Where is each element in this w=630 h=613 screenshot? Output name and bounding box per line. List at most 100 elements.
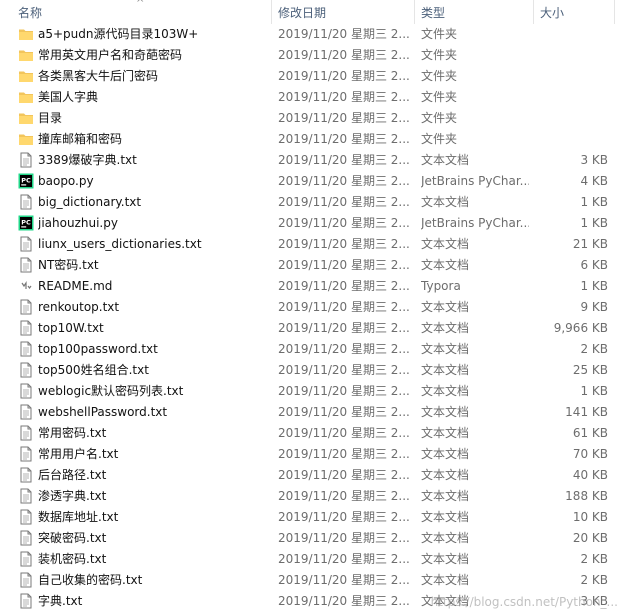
file-row[interactable]: big_dictionary.txt 2019/11/20 星期三 2... 文本文… (0, 192, 630, 213)
text-file-icon (18, 341, 34, 357)
file-row[interactable]: 各类黑客大牛后门密码 2019/11/20 星期三 2... 文件夹 (0, 66, 630, 87)
file-size (540, 24, 608, 45)
file-row[interactable]: 常用密码.txt 2019/11/20 星期三 2... 文本文档 61 KB (0, 423, 630, 444)
text-file-icon (18, 593, 34, 609)
file-row[interactable]: PC jiahouzhui.py 2019/11/20 星期三 2... JetBra… (0, 213, 630, 234)
column-header-size[interactable]: 大小 (540, 0, 564, 24)
file-name: 美国人字典 (38, 90, 99, 104)
file-date: 2019/11/20 星期三 2... (278, 111, 410, 125)
file-name: README.md (38, 279, 113, 293)
column-header-date[interactable]: 修改日期 (278, 0, 326, 24)
file-type: 文件夹 (421, 90, 458, 104)
text-file-icon (18, 551, 34, 567)
file-date: 2019/11/20 星期三 2... (278, 468, 410, 482)
column-header-type[interactable]: 类型 (421, 0, 445, 24)
file-type: 文件夹 (421, 132, 458, 146)
file-type: 文本文档 (421, 447, 470, 461)
file-row[interactable]: liunx_users_dictionaries.txt 2019/11/20 星… (0, 234, 630, 255)
column-divider[interactable] (414, 0, 415, 24)
file-name: 后台路径.txt (38, 468, 107, 482)
file-name: 常用英文用户名和奇葩密码 (38, 48, 183, 62)
sort-up-icon: ^ (136, 0, 145, 9)
file-row[interactable]: 突破密码.txt 2019/11/20 星期三 2... 文本文档 20 KB (0, 528, 630, 549)
file-size: 10 KB (572, 510, 608, 524)
file-name: a5+pudn源代码目录103W+ (38, 27, 199, 41)
file-name: top100password.txt (38, 342, 158, 356)
file-name: 常用用户名.txt (38, 447, 119, 461)
column-header: ^ 名称 修改日期 类型 大小 (0, 0, 630, 24)
column-divider[interactable] (533, 0, 534, 24)
file-row[interactable]: 撞库邮箱和密码 2019/11/20 星期三 2... 文件夹 (0, 129, 630, 150)
file-type: 文本文档 (421, 573, 470, 587)
file-name: baopo.py (38, 174, 94, 188)
file-type: 文本文档 (421, 489, 470, 503)
file-type: 文本文档 (421, 468, 470, 482)
file-size: 1 KB (580, 384, 608, 398)
file-type: JetBrains PyChar... (421, 216, 529, 230)
file-row[interactable]: 常用英文用户名和奇葩密码 2019/11/20 星期三 2... 文件夹 (0, 45, 630, 66)
file-size: 21 KB (572, 237, 608, 251)
file-row[interactable]: top10W.txt 2019/11/20 星期三 2... 文本文档 9,966 K… (0, 318, 630, 339)
file-row[interactable]: top100password.txt 2019/11/20 星期三 2... 文本文… (0, 339, 630, 360)
file-date: 2019/11/20 星期三 2... (278, 489, 410, 503)
column-divider[interactable] (614, 0, 615, 24)
text-file-icon (18, 152, 34, 168)
file-type: 文本文档 (421, 195, 470, 209)
file-date: 2019/11/20 星期三 2... (278, 426, 410, 440)
file-name: 常用密码.txt (38, 426, 107, 440)
file-row[interactable]: 常用用户名.txt 2019/11/20 星期三 2... 文本文档 70 KB (0, 444, 630, 465)
column-header-name[interactable]: 名称 (18, 0, 42, 24)
file-type: 文本文档 (421, 405, 470, 419)
file-type: 文本文档 (421, 531, 470, 545)
file-date: 2019/11/20 星期三 2... (278, 153, 410, 167)
file-size: 2 KB (580, 552, 608, 566)
file-row[interactable]: webshellPassword.txt 2019/11/20 星期三 2... 文… (0, 402, 630, 423)
file-size: 6 KB (580, 258, 608, 272)
markdown-file-icon (18, 278, 34, 294)
file-row[interactable]: 后台路径.txt 2019/11/20 星期三 2... 文本文档 40 KB (0, 465, 630, 486)
text-file-icon (18, 488, 34, 504)
column-divider[interactable] (271, 0, 272, 24)
file-row[interactable]: top500姓名组合.txt 2019/11/20 星期三 2... 文本文档 25 … (0, 360, 630, 381)
file-type: 文件夹 (421, 27, 458, 41)
svg-text:PC: PC (21, 219, 31, 227)
file-date: 2019/11/20 星期三 2... (278, 405, 410, 419)
file-row[interactable]: 装机密码.txt 2019/11/20 星期三 2... 文本文档 2 KB (0, 549, 630, 570)
file-row[interactable]: 3389爆破字典.txt 2019/11/20 星期三 2... 文本文档 3 KB (0, 150, 630, 171)
folder-icon (18, 68, 34, 84)
file-name: 目录 (38, 111, 63, 125)
file-row[interactable]: 数据库地址.txt 2019/11/20 星期三 2... 文本文档 10 KB (0, 507, 630, 528)
file-type: 文本文档 (421, 426, 470, 440)
file-size: 61 KB (572, 426, 608, 440)
file-type: 文件夹 (421, 48, 458, 62)
file-size: 1 KB (580, 195, 608, 209)
file-size (540, 66, 608, 87)
file-row[interactable]: 渗透字典.txt 2019/11/20 星期三 2... 文本文档 188 KB (0, 486, 630, 507)
file-row[interactable]: renkoutop.txt 2019/11/20 星期三 2... 文本文档 9 KB (0, 297, 630, 318)
file-row[interactable]: PC baopo.py 2019/11/20 星期三 2... JetBrains P… (0, 171, 630, 192)
file-date: 2019/11/20 星期三 2... (278, 69, 410, 83)
file-name: 渗透字典.txt (38, 489, 107, 503)
file-size: 2 KB (580, 573, 608, 587)
file-name: top10W.txt (38, 321, 104, 335)
file-row[interactable]: README.md 2019/11/20 星期三 2... Typora 1 KB (0, 276, 630, 297)
file-row[interactable]: weblogic默认密码列表.txt 2019/11/20 星期三 2... 文本文… (0, 381, 630, 402)
file-name: 突破密码.txt (38, 531, 107, 545)
file-date: 2019/11/20 星期三 2... (278, 552, 410, 566)
file-type: 文本文档 (421, 300, 470, 314)
file-date: 2019/11/20 星期三 2... (278, 258, 410, 272)
file-date: 2019/11/20 星期三 2... (278, 279, 410, 293)
file-row[interactable]: NT密码.txt 2019/11/20 星期三 2... 文本文档 6 KB (0, 255, 630, 276)
folder-icon (18, 89, 34, 105)
file-type: Typora (421, 279, 461, 293)
file-row[interactable]: 美国人字典 2019/11/20 星期三 2... 文件夹 (0, 87, 630, 108)
folder-icon (18, 26, 34, 42)
file-row[interactable]: 自己收集的密码.txt 2019/11/20 星期三 2... 文本文档 2 KB (0, 570, 630, 591)
file-size: 40 KB (572, 468, 608, 482)
file-name: 装机密码.txt (38, 552, 107, 566)
file-date: 2019/11/20 星期三 2... (278, 573, 410, 587)
file-name: 自己收集的密码.txt (38, 573, 143, 587)
file-row[interactable]: a5+pudn源代码目录103W+ 2019/11/20 星期三 2... 文件夹 (0, 24, 630, 45)
file-name: jiahouzhui.py (38, 216, 118, 230)
file-row[interactable]: 目录 2019/11/20 星期三 2... 文件夹 (0, 108, 630, 129)
